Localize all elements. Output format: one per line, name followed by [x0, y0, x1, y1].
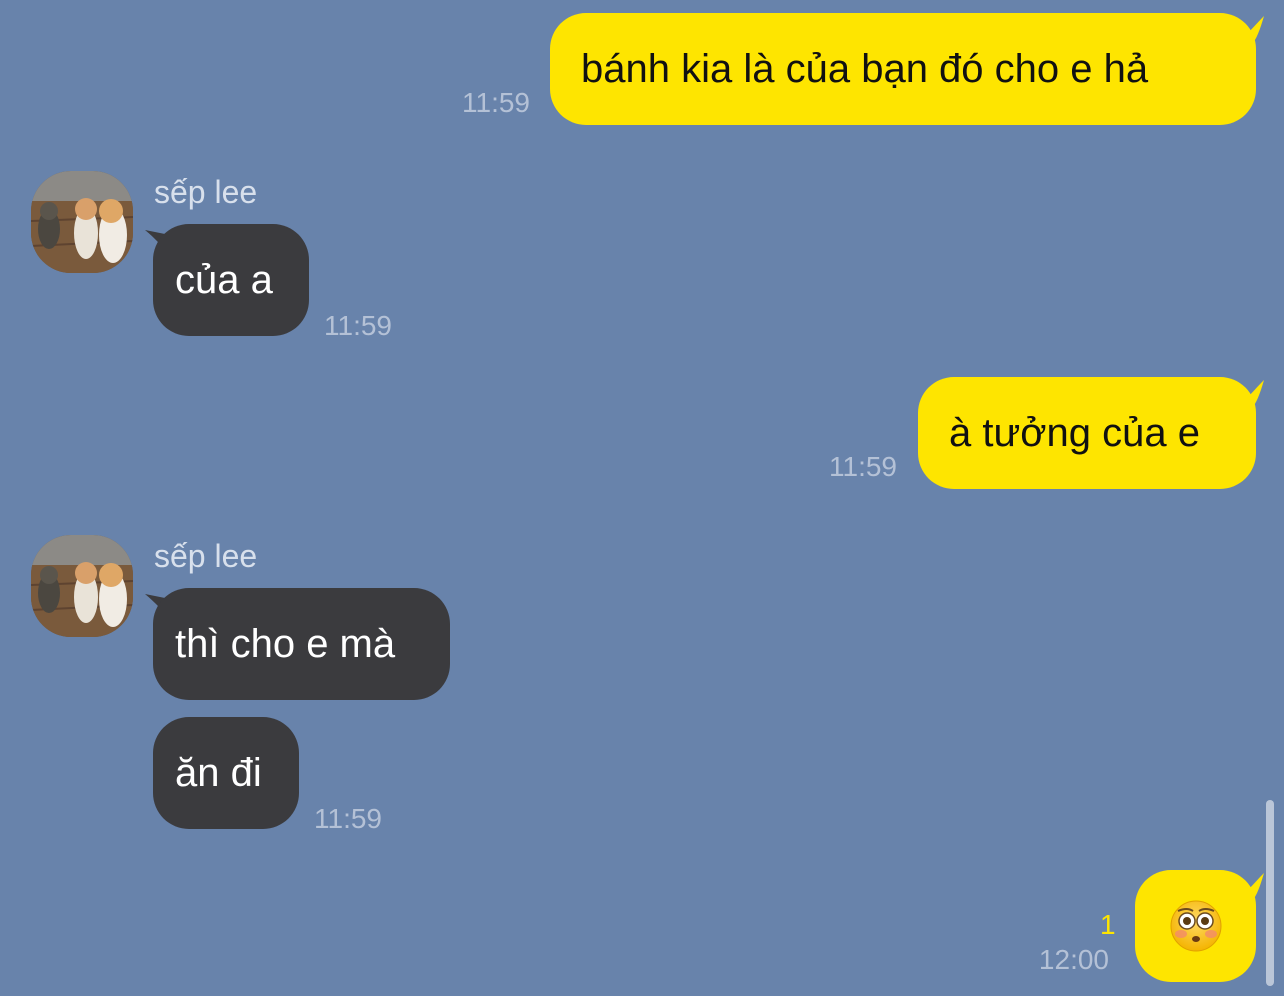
bubble-tail [1236, 380, 1264, 408]
cat-photo-icon [31, 171, 133, 273]
message-text: của a [175, 258, 273, 302]
message-text: à tưởng của e [949, 411, 1200, 455]
scrollbar[interactable] [1266, 800, 1274, 986]
their-message-bubble[interactable]: của a [153, 224, 309, 336]
flushed-face-emoji [1170, 900, 1221, 952]
my-message-bubble[interactable]: à tưởng của e [918, 377, 1256, 489]
their-message-bubble[interactable]: ăn đi [153, 717, 299, 829]
avatar[interactable] [31, 171, 133, 273]
cat-photo-icon [31, 535, 133, 637]
sender-name: sếp lee [154, 174, 258, 210]
message-timestamp: 12:00 [1038, 944, 1109, 975]
bubble-tail [1236, 16, 1264, 44]
their-message-bubble[interactable]: thì cho e mà [153, 588, 450, 700]
my-message-bubble[interactable]: bánh kia là của bạn đó cho e hả [550, 13, 1256, 125]
avatar[interactable] [31, 535, 133, 637]
message-text: bánh kia là của bạn đó cho e hả [581, 47, 1149, 91]
unread-count: 1 [1100, 909, 1116, 940]
message-timestamp: 11:59 [324, 310, 392, 341]
sender-name: sếp lee [154, 538, 258, 574]
bubble-tail [1236, 873, 1264, 901]
message-text: thì cho e mà [175, 622, 396, 666]
message-timestamp: 11:59 [829, 451, 897, 482]
message-timestamp: 11:59 [314, 803, 382, 834]
message-text: ăn đi [175, 751, 262, 795]
message-timestamp: 11:59 [462, 87, 530, 118]
